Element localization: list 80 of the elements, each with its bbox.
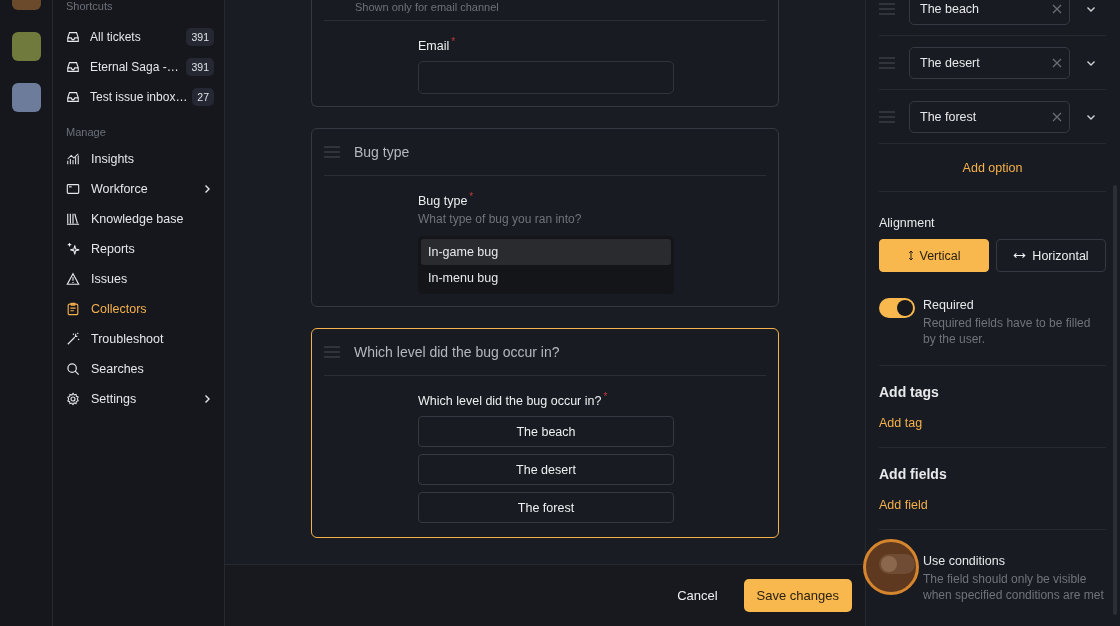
drag-handle-icon[interactable] [879, 56, 895, 69]
card-title: Which level did the bug occur in? [354, 344, 560, 361]
toggle-description: The field should only be visible when specified conditions are met [923, 571, 1105, 603]
option-button[interactable]: The desert [418, 454, 674, 486]
nav-item[interactable]: Collectors [66, 294, 214, 324]
required-toggle[interactable] [879, 298, 915, 318]
nav-item[interactable]: Workforce [66, 174, 214, 204]
window-icon [66, 182, 80, 196]
drag-handle-icon[interactable] [324, 146, 340, 159]
game-avatar[interactable] [11, 83, 41, 112]
settings-icon [66, 392, 80, 406]
close-icon[interactable] [1052, 111, 1062, 122]
nav-item[interactable]: Issues [66, 264, 214, 294]
field-label: Email $^{*}$ [418, 36, 457, 54]
required-mark: * [603, 391, 608, 403]
game-avatar[interactable] [11, 32, 41, 61]
shortcut-item[interactable]: All tickets 391 [66, 22, 214, 52]
option-input-field[interactable]: The desert [909, 46, 1070, 79]
list-option[interactable]: In-game bug [421, 239, 671, 266]
alignment-button[interactable]: Horizontal [996, 239, 1106, 272]
count-badge: 391 [186, 58, 214, 76]
option-input-field[interactable]: The beach [909, 0, 1070, 25]
field-card[interactable]: Shown only for email channel Email $^{*}$ [311, 0, 779, 108]
conditions-toggle[interactable] [879, 554, 915, 574]
option-button[interactable]: The forest [418, 492, 674, 524]
nav-item[interactable]: Settings [66, 384, 214, 414]
search-icon [66, 362, 80, 376]
add-tag-link[interactable]: Add tag [879, 416, 923, 430]
click-indicator [863, 539, 919, 595]
inbox-icon [66, 60, 80, 74]
field-hint: Shown only for email channel [355, 1, 499, 13]
required-mark: * [469, 191, 474, 203]
warning-icon [66, 272, 80, 286]
shortcut-item[interactable]: Eternal Saga -… 391 [66, 52, 214, 82]
inbox-icon [66, 90, 80, 104]
field-label: Which level did the bug occur in? $^{*}$ [418, 391, 609, 409]
drag-handle-icon[interactable] [324, 346, 340, 359]
toggle-description: Required fields have to be filled by the user. [923, 315, 1092, 347]
count-badge: 27 [192, 88, 214, 106]
nav-item[interactable]: Searches [66, 354, 214, 384]
card-title: Bug type [354, 144, 410, 161]
option-input-field[interactable]: The forest [909, 100, 1070, 133]
vertical-arrow-icon [907, 249, 914, 262]
toggle-label: Use conditions [923, 554, 1006, 568]
add-option-link[interactable]: Add option [962, 160, 1023, 175]
nav-item[interactable]: Troubleshoot [66, 324, 214, 354]
horizontal-arrow-icon [1013, 252, 1027, 259]
nav-item[interactable]: Reports [66, 234, 214, 264]
section-heading: Add tags [879, 384, 940, 400]
alignment-label: Alignment [879, 216, 936, 230]
chart-icon [66, 152, 80, 166]
section-heading: Manage [66, 126, 107, 140]
drag-handle-icon[interactable] [879, 2, 895, 15]
nav-item[interactable]: Knowledge base [66, 204, 214, 234]
drag-handle-icon[interactable] [879, 110, 895, 123]
email-input-field[interactable] [418, 61, 674, 95]
field-description: What type of bug you ran into? [418, 212, 583, 227]
wand-icon [66, 332, 80, 346]
section-heading: Add fields [879, 466, 948, 482]
section-heading: Shortcuts [66, 0, 114, 14]
add-field-link[interactable]: Add field [879, 498, 928, 512]
count-badge: 391 [186, 28, 214, 46]
field-card[interactable]: Which level did the bug occur in? Which level did the bug occur in? $^{*}$ The beach The desert The forest [311, 328, 779, 539]
clipboard-icon [66, 302, 80, 316]
cancel-button[interactable]: Cancel [665, 580, 730, 611]
save-button[interactable]: Save changes [743, 579, 852, 612]
alignment-button[interactable]: Vertical [879, 239, 989, 272]
field-label: Bug type $^{*}$ [418, 191, 475, 209]
inbox-icon [66, 30, 80, 44]
shortcut-item[interactable]: Test issue inbox… 27 [66, 82, 214, 112]
option-button[interactable]: The beach [418, 416, 674, 448]
nav-item[interactable]: Insights [66, 144, 214, 174]
close-icon[interactable] [1052, 57, 1062, 68]
toggle-label: Required [923, 298, 975, 312]
field-card[interactable]: Bug type Bug type $^{*}$ What type of bug you ran into? In-game bug In-menu bug [311, 128, 779, 308]
close-icon[interactable] [1052, 3, 1062, 14]
books-icon [66, 212, 80, 226]
required-mark: * [451, 36, 456, 47]
sparkle-icon [66, 242, 80, 256]
list-option[interactable]: In-menu bug [421, 265, 671, 292]
